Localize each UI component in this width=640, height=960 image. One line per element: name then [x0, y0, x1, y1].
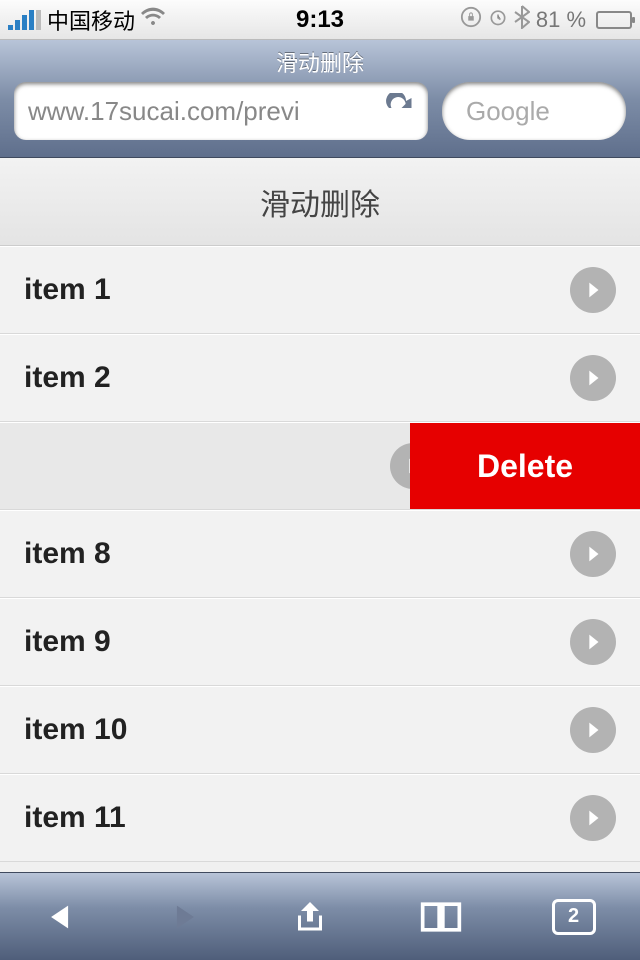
list-item-label: item 10 — [24, 713, 570, 747]
rotation-lock-icon — [460, 6, 482, 34]
chevron-right-icon[interactable] — [570, 619, 616, 665]
wifi-icon — [141, 7, 165, 33]
pages-icon[interactable]: 2 — [552, 899, 596, 935]
status-right: 81 % — [344, 5, 632, 35]
list-item-label: item 2 — [24, 361, 570, 395]
list-item-label: item 1 — [24, 273, 570, 307]
chevron-right-icon[interactable] — [570, 267, 616, 313]
list-item-label: item 8 — [24, 537, 570, 571]
search-placeholder: Google — [466, 96, 550, 127]
bluetooth-icon — [514, 5, 530, 35]
url-field[interactable]: www.17sucai.com/previ — [14, 82, 428, 140]
signal-icon — [8, 10, 41, 30]
chevron-right-icon[interactable] — [570, 707, 616, 753]
chevron-right-icon[interactable] — [570, 795, 616, 841]
chevron-right-icon[interactable] — [570, 355, 616, 401]
delete-button[interactable]: Delete — [410, 423, 640, 509]
list-item-inner[interactable]: item 8 — [0, 511, 640, 597]
pages-count: 2 — [552, 899, 596, 935]
list-item[interactable]: item 2 — [0, 334, 640, 422]
app-header: 滑动删除 — [0, 158, 640, 246]
list-item-inner[interactable]: item 10 — [0, 687, 640, 773]
list-item[interactable]: Delete — [0, 422, 640, 510]
app-header-title: 滑动删除 — [260, 180, 380, 224]
list-item[interactable]: item 10 — [0, 686, 640, 774]
list-item[interactable]: item 8 — [0, 510, 640, 598]
list-item-label: item 9 — [24, 625, 570, 659]
list-item-inner[interactable]: item 11 — [0, 775, 640, 861]
list-item-label: item 11 — [24, 801, 570, 835]
list-item[interactable]: item 11 — [0, 774, 640, 862]
list-item-inner[interactable]: item 9 — [0, 599, 640, 685]
search-field[interactable]: Google — [442, 82, 626, 140]
url-text: www.17sucai.com/previ — [28, 96, 376, 127]
list-item[interactable]: item 1 — [0, 246, 640, 334]
list[interactable]: item 1 item 2 Delete item 8 item 9 item 10 ite… — [0, 246, 640, 862]
share-icon[interactable] — [290, 899, 330, 935]
browser-chrome: 滑动删除 www.17sucai.com/previ Google — [0, 40, 640, 158]
status-left: 中国移动 — [8, 4, 296, 36]
list-item-inner[interactable] — [0, 423, 460, 509]
bottom-toolbar: 2 — [0, 872, 640, 960]
page-title: 滑动删除 — [0, 40, 640, 82]
alarm-icon — [488, 7, 508, 33]
status-bar: 中国移动 9:13 81 % — [0, 0, 640, 40]
back-icon[interactable] — [44, 900, 78, 934]
chevron-right-icon[interactable] — [570, 531, 616, 577]
bookmarks-icon[interactable] — [419, 900, 463, 934]
list-item[interactable]: item 9 — [0, 598, 640, 686]
list-item-inner[interactable]: item 1 — [0, 247, 640, 333]
forward-icon[interactable] — [167, 900, 201, 934]
battery-icon — [596, 11, 632, 29]
battery-pct: 81 % — [536, 7, 586, 33]
list-item-inner[interactable]: item 2 — [0, 335, 640, 421]
status-time: 9:13 — [296, 6, 344, 34]
reload-icon[interactable] — [384, 93, 414, 130]
carrier-label: 中国移动 — [47, 4, 135, 36]
url-row: www.17sucai.com/previ Google — [0, 82, 640, 154]
